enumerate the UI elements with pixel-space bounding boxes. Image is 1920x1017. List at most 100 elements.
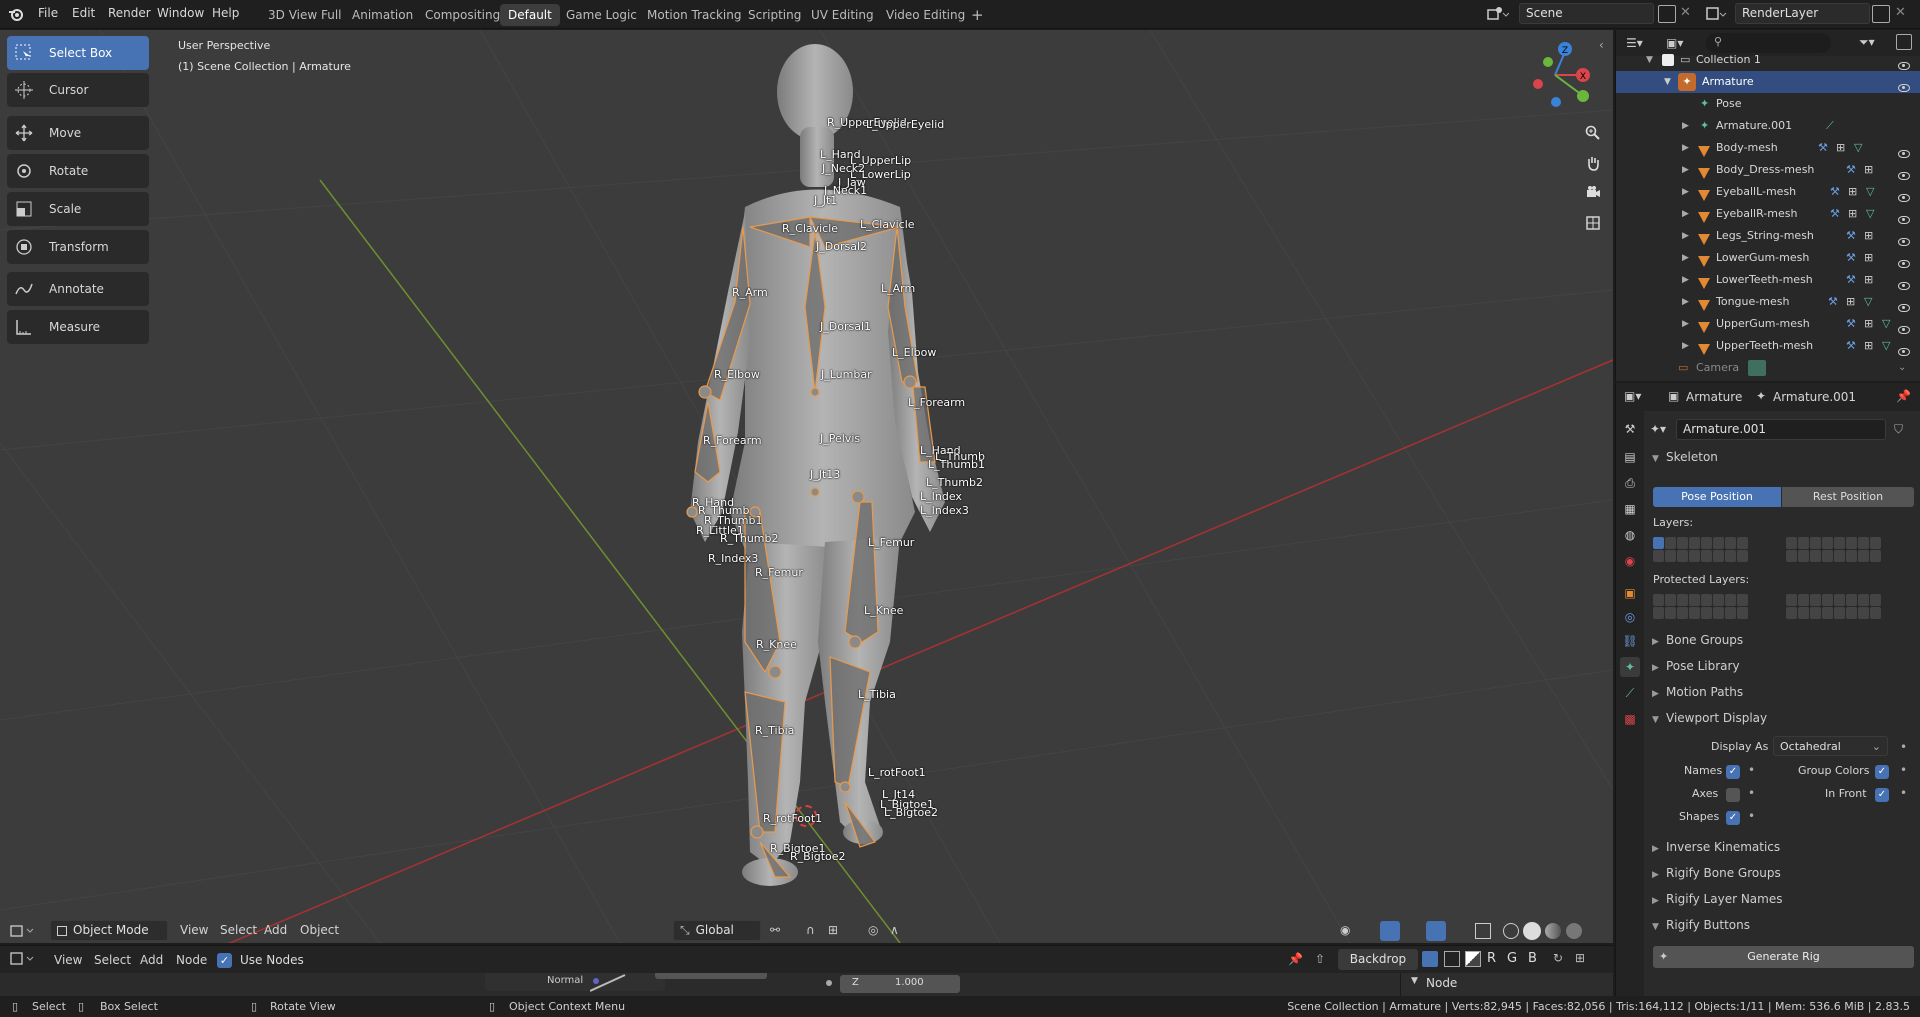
menu-render[interactable]: Render bbox=[108, 6, 151, 20]
backdrop-toggle[interactable]: Backdrop bbox=[1338, 949, 1418, 970]
proportional-edit-icon[interactable]: ◎ bbox=[868, 923, 878, 937]
expand-icon[interactable]: ▶ bbox=[1682, 203, 1689, 225]
constraints-tab-icon[interactable]: ⛓ bbox=[1620, 631, 1640, 651]
expand-icon[interactable]: ▶ bbox=[1682, 335, 1689, 357]
outliner-row-mesh[interactable]: ▶ EyeballR-mesh ⚒ ⊞ ▽ bbox=[1616, 203, 1920, 225]
node-box-small[interactable] bbox=[655, 973, 767, 979]
rendered-shading-icon[interactable] bbox=[1566, 923, 1582, 939]
outliner-row-pose[interactable]: ✦ Pose bbox=[1616, 93, 1920, 115]
expand-icon[interactable]: ▶ bbox=[1682, 137, 1689, 159]
expand-icon[interactable]: ▶ bbox=[1682, 181, 1689, 203]
solid-shading-icon[interactable] bbox=[1523, 922, 1541, 940]
expand-icon[interactable]: ▶ bbox=[1682, 159, 1689, 181]
view-layer-icon[interactable] bbox=[1705, 6, 1727, 25]
scene-tab-icon[interactable]: ◍ bbox=[1620, 525, 1640, 545]
object-tab-icon[interactable]: ▣ bbox=[1620, 583, 1640, 603]
node-editor-canvas[interactable]: Normal Z 1.000 ▼ Node bbox=[0, 973, 1613, 996]
physics-tab-icon[interactable]: ◎ bbox=[1620, 607, 1640, 627]
channel-g[interactable]: G bbox=[1507, 951, 1517, 966]
outliner-row-mesh[interactable]: ▶ Tongue-mesh ⚒ ⊞ ▽ bbox=[1616, 291, 1920, 313]
scene-selector[interactable]: Scene bbox=[1519, 3, 1654, 24]
keyframe-dot-icon[interactable]: • bbox=[1900, 740, 1907, 754]
tool-transform[interactable]: Transform bbox=[7, 230, 149, 264]
channel-b[interactable]: B bbox=[1528, 951, 1537, 966]
gizmo-neg-x-icon[interactable] bbox=[1533, 79, 1543, 89]
tool-rotate[interactable]: Rotate bbox=[7, 154, 149, 188]
node-menu-node[interactable]: Node bbox=[172, 950, 211, 971]
material-shading-icon[interactable] bbox=[1545, 923, 1561, 939]
tool-cursor[interactable]: Cursor bbox=[7, 73, 149, 107]
tool-annotate[interactable]: Annotate bbox=[7, 272, 149, 306]
menu-file[interactable]: File bbox=[38, 6, 58, 20]
menu-view[interactable]: View bbox=[176, 920, 212, 941]
backdrop-reset-icon[interactable]: ↻ bbox=[1553, 951, 1563, 965]
snapping-icon[interactable]: ⊞ bbox=[1575, 951, 1585, 965]
checkbox-icon[interactable] bbox=[1662, 54, 1674, 66]
keyframe-dot-icon[interactable]: • bbox=[1900, 763, 1907, 777]
outliner-row-mesh[interactable]: ▶ UpperGum-mesh ⚒ ⊞ ▽ bbox=[1616, 313, 1920, 335]
texture-tab-icon[interactable]: ▩ bbox=[1620, 709, 1640, 729]
3d-viewport[interactable]: R_UpperEyelid L_UpperEyelid L_Hand L_Upp… bbox=[0, 30, 1613, 943]
filter-icon[interactable]: ⏷▾ bbox=[1859, 35, 1875, 50]
gizmo-y-icon[interactable] bbox=[1577, 90, 1589, 102]
protected-layers-grid-left[interactable] bbox=[1653, 594, 1748, 619]
perspective-toggle-icon[interactable] bbox=[1580, 210, 1606, 236]
node-menu-select[interactable]: Select bbox=[90, 950, 135, 971]
fake-user-icon[interactable]: ⛉ bbox=[1894, 422, 1903, 437]
wireframe-shading-icon[interactable] bbox=[1503, 923, 1519, 939]
zoom-icon[interactable] bbox=[1580, 120, 1606, 146]
world-tab-icon[interactable]: ◉ bbox=[1620, 551, 1640, 571]
section-rigify-buttons[interactable]: ▼ Rigify Buttons bbox=[1652, 913, 1914, 938]
menu-window[interactable]: Window bbox=[157, 6, 204, 20]
new-collection-icon[interactable] bbox=[1896, 34, 1912, 50]
section-rigify-bone-groups[interactable]: ▶ Rigify Bone Groups bbox=[1652, 861, 1914, 886]
keyframe-dot-icon[interactable]: • bbox=[1748, 786, 1755, 800]
shapes-checkbox[interactable]: ✓ bbox=[1726, 811, 1740, 825]
tab-motion-tracking[interactable]: Motion Tracking bbox=[639, 4, 749, 26]
in-front-checkbox[interactable]: ✓ bbox=[1875, 788, 1889, 802]
outliner-row-armature-data[interactable]: ▶ ✦ Armature.001 ⟋ bbox=[1616, 115, 1920, 137]
section-skeleton[interactable]: ▼ Skeleton bbox=[1652, 445, 1914, 470]
outliner-row-mesh[interactable]: ▶ Body-mesh ⚒ ⊞ ▽ bbox=[1616, 137, 1920, 159]
tool-scale[interactable]: Scale bbox=[7, 192, 149, 226]
scene-icon[interactable] bbox=[1487, 6, 1510, 25]
gizmo-neg-z-icon[interactable] bbox=[1551, 97, 1561, 107]
use-nodes-checkbox[interactable]: ✓ bbox=[217, 953, 232, 968]
camera-view-icon[interactable] bbox=[1580, 180, 1606, 206]
falloff-icon[interactable]: ∧ bbox=[890, 923, 899, 937]
tab-3d-view-full[interactable]: 3D View Full bbox=[260, 4, 350, 26]
node-editor-type-icon[interactable] bbox=[10, 952, 36, 969]
axes-checkbox[interactable] bbox=[1726, 788, 1740, 802]
datablock-name-field[interactable]: Armature.001 bbox=[1676, 419, 1886, 440]
bone-tab-icon[interactable]: ⟋ bbox=[1620, 683, 1640, 703]
close-scene-icon[interactable]: ✕ bbox=[1680, 5, 1691, 20]
expand-icon[interactable]: ▶ bbox=[1682, 269, 1689, 291]
z-value-field[interactable]: Z 1.000 bbox=[840, 975, 960, 993]
new-scene-icon[interactable] bbox=[1658, 5, 1676, 23]
outliner-type-icon[interactable]: ☰▾ bbox=[1626, 36, 1643, 50]
view-layer-tab-icon[interactable]: ▦ bbox=[1620, 499, 1640, 519]
add-workspace-button[interactable]: + bbox=[963, 4, 992, 26]
tab-animation[interactable]: Animation bbox=[344, 4, 421, 26]
gizmo-neg-y-icon[interactable] bbox=[1543, 57, 1553, 67]
node-menu-view[interactable]: View bbox=[50, 950, 86, 971]
properties-type-icon[interactable]: ▣▾ bbox=[1624, 389, 1641, 403]
tab-compositing[interactable]: Compositing bbox=[417, 4, 508, 26]
expand-icon[interactable]: ▼ bbox=[1664, 71, 1671, 93]
rest-position-button[interactable]: Rest Position bbox=[1782, 487, 1914, 507]
tool-tab-icon[interactable]: ⚒ bbox=[1620, 419, 1640, 439]
outliner-row-mesh[interactable]: ▶ Body_Dress-mesh ⚒ ⊞ bbox=[1616, 159, 1920, 181]
orientation-selector[interactable]: ⤡ Global bbox=[673, 920, 761, 941]
expand-icon[interactable]: ▼ bbox=[1646, 49, 1653, 71]
keyframe-dot-icon[interactable]: • bbox=[1748, 809, 1755, 823]
overlay-toggle-icon[interactable] bbox=[1426, 921, 1446, 941]
pin-properties-icon[interactable]: 📌 bbox=[1896, 389, 1911, 403]
gizmo-toggle-icon[interactable] bbox=[1380, 921, 1400, 941]
keyframe-dot-icon[interactable]: • bbox=[1900, 786, 1907, 800]
tab-default[interactable]: Default bbox=[500, 4, 560, 26]
section-rigify-layer-names[interactable]: ▶ Rigify Layer Names bbox=[1652, 887, 1914, 912]
outliner-row-armature[interactable]: ▼ ✦ Armature bbox=[1616, 71, 1920, 93]
outliner-row-mesh[interactable]: ▶ Legs_String-mesh ⚒ ⊞ bbox=[1616, 225, 1920, 247]
expand-icon[interactable]: ▶ bbox=[1682, 247, 1689, 269]
outliner-collection-row[interactable]: ▼ ▭ Collection 1 bbox=[1616, 49, 1920, 71]
